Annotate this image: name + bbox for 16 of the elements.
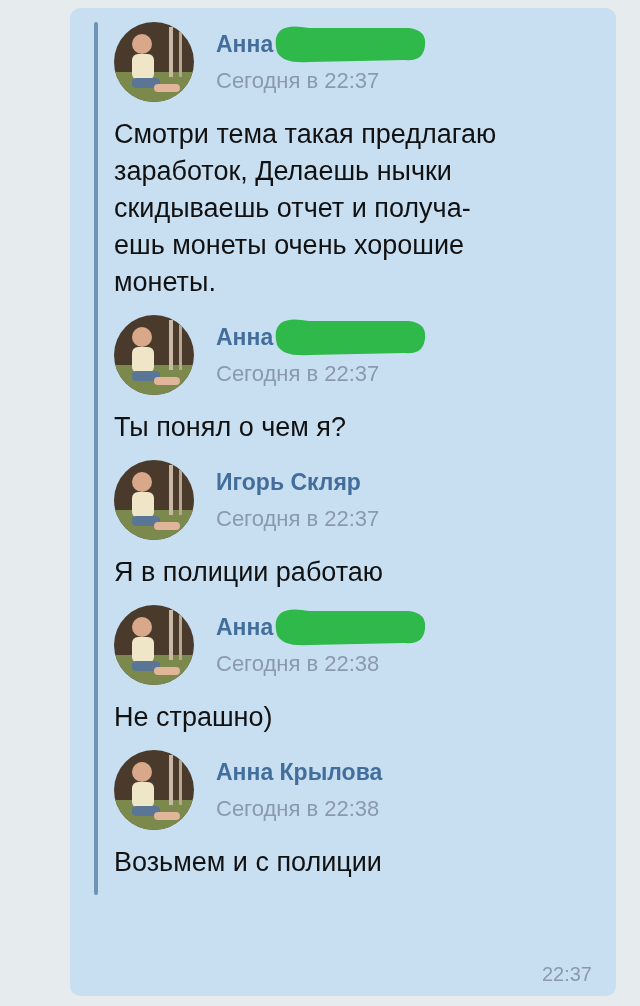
sent-time: 22:37 [541, 963, 592, 985]
message-text: Смотри тема такая предлагаю заработок, Делаешь нычки скидываешь отчет и получа- ешь монеты очень хорошие монеты. [114, 118, 497, 299]
author-name[interactable]: Анна Крылова [216, 758, 383, 786]
message-text: Не страшно) [114, 701, 274, 734]
message-time: Сегодня в 22:37 [216, 361, 381, 387]
message-time: Сегодня в 22:38 [216, 651, 381, 677]
message-time: Сегодня в 22:37 [216, 68, 381, 94]
message-text: Ты понял о чем я? [114, 411, 347, 444]
message-text: Возьмем и с полиции [114, 846, 383, 879]
message-text: Я в полиции работаю [114, 556, 385, 589]
author-name[interactable]: Игорь Скляр [216, 468, 361, 496]
author-name[interactable]: Анна [216, 30, 274, 58]
message-time: Сегодня в 22:38 [216, 796, 381, 822]
author-name[interactable]: Анна [216, 613, 274, 641]
message-time: Сегодня в 22:37 [216, 506, 380, 532]
author-name[interactable]: Анна [216, 323, 274, 351]
